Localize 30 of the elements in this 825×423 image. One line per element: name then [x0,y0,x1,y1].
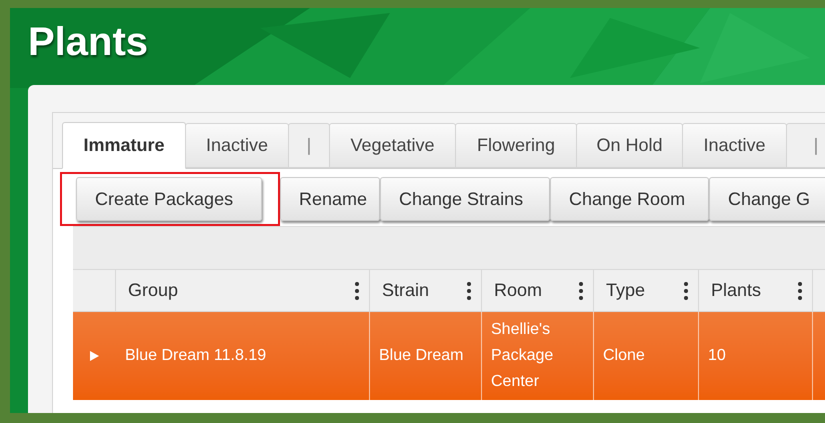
column-menu-icon[interactable] [355,282,359,300]
table-cell-text: Clone [603,346,645,366]
column-header[interactable]: Plants [711,277,762,304]
expand-arrow-icon[interactable] [90,351,99,361]
table-cell-text: 10 [708,346,726,366]
action-button[interactable]: Change G [709,177,825,221]
tab[interactable]: Immature [62,122,186,169]
action-button[interactable]: Change Strains [380,177,550,221]
column-menu-icon[interactable] [467,282,471,300]
column-menu-icon[interactable] [798,282,802,300]
table-cell-text: Blue Dream [379,346,464,366]
column-header[interactable]: Room [494,277,542,304]
tab[interactable]: Inactive [185,123,289,168]
column-header[interactable]: Strain [382,277,430,304]
column-header[interactable]: Group [128,277,178,304]
tab[interactable]: On Hold [576,123,683,168]
action-button[interactable]: Rename [280,177,380,221]
column-menu-icon[interactable] [684,282,688,300]
table-cell-text: Shellie's Package Center [491,320,554,392]
tab[interactable]: Vegetative [329,123,456,168]
tab-separator: | [786,123,825,168]
action-button[interactable]: Change Room [550,177,709,221]
table-cell-text: Blue Dream 11.8.19 [125,346,266,366]
tab-separator: | [288,123,330,168]
column-header[interactable]: Type [606,277,646,304]
tab[interactable]: Flowering [455,123,577,168]
page-title: Plants [28,19,148,66]
column-menu-icon[interactable] [579,282,583,300]
tab[interactable]: Inactive [682,123,787,168]
action-button[interactable]: Create Packages [76,177,262,221]
